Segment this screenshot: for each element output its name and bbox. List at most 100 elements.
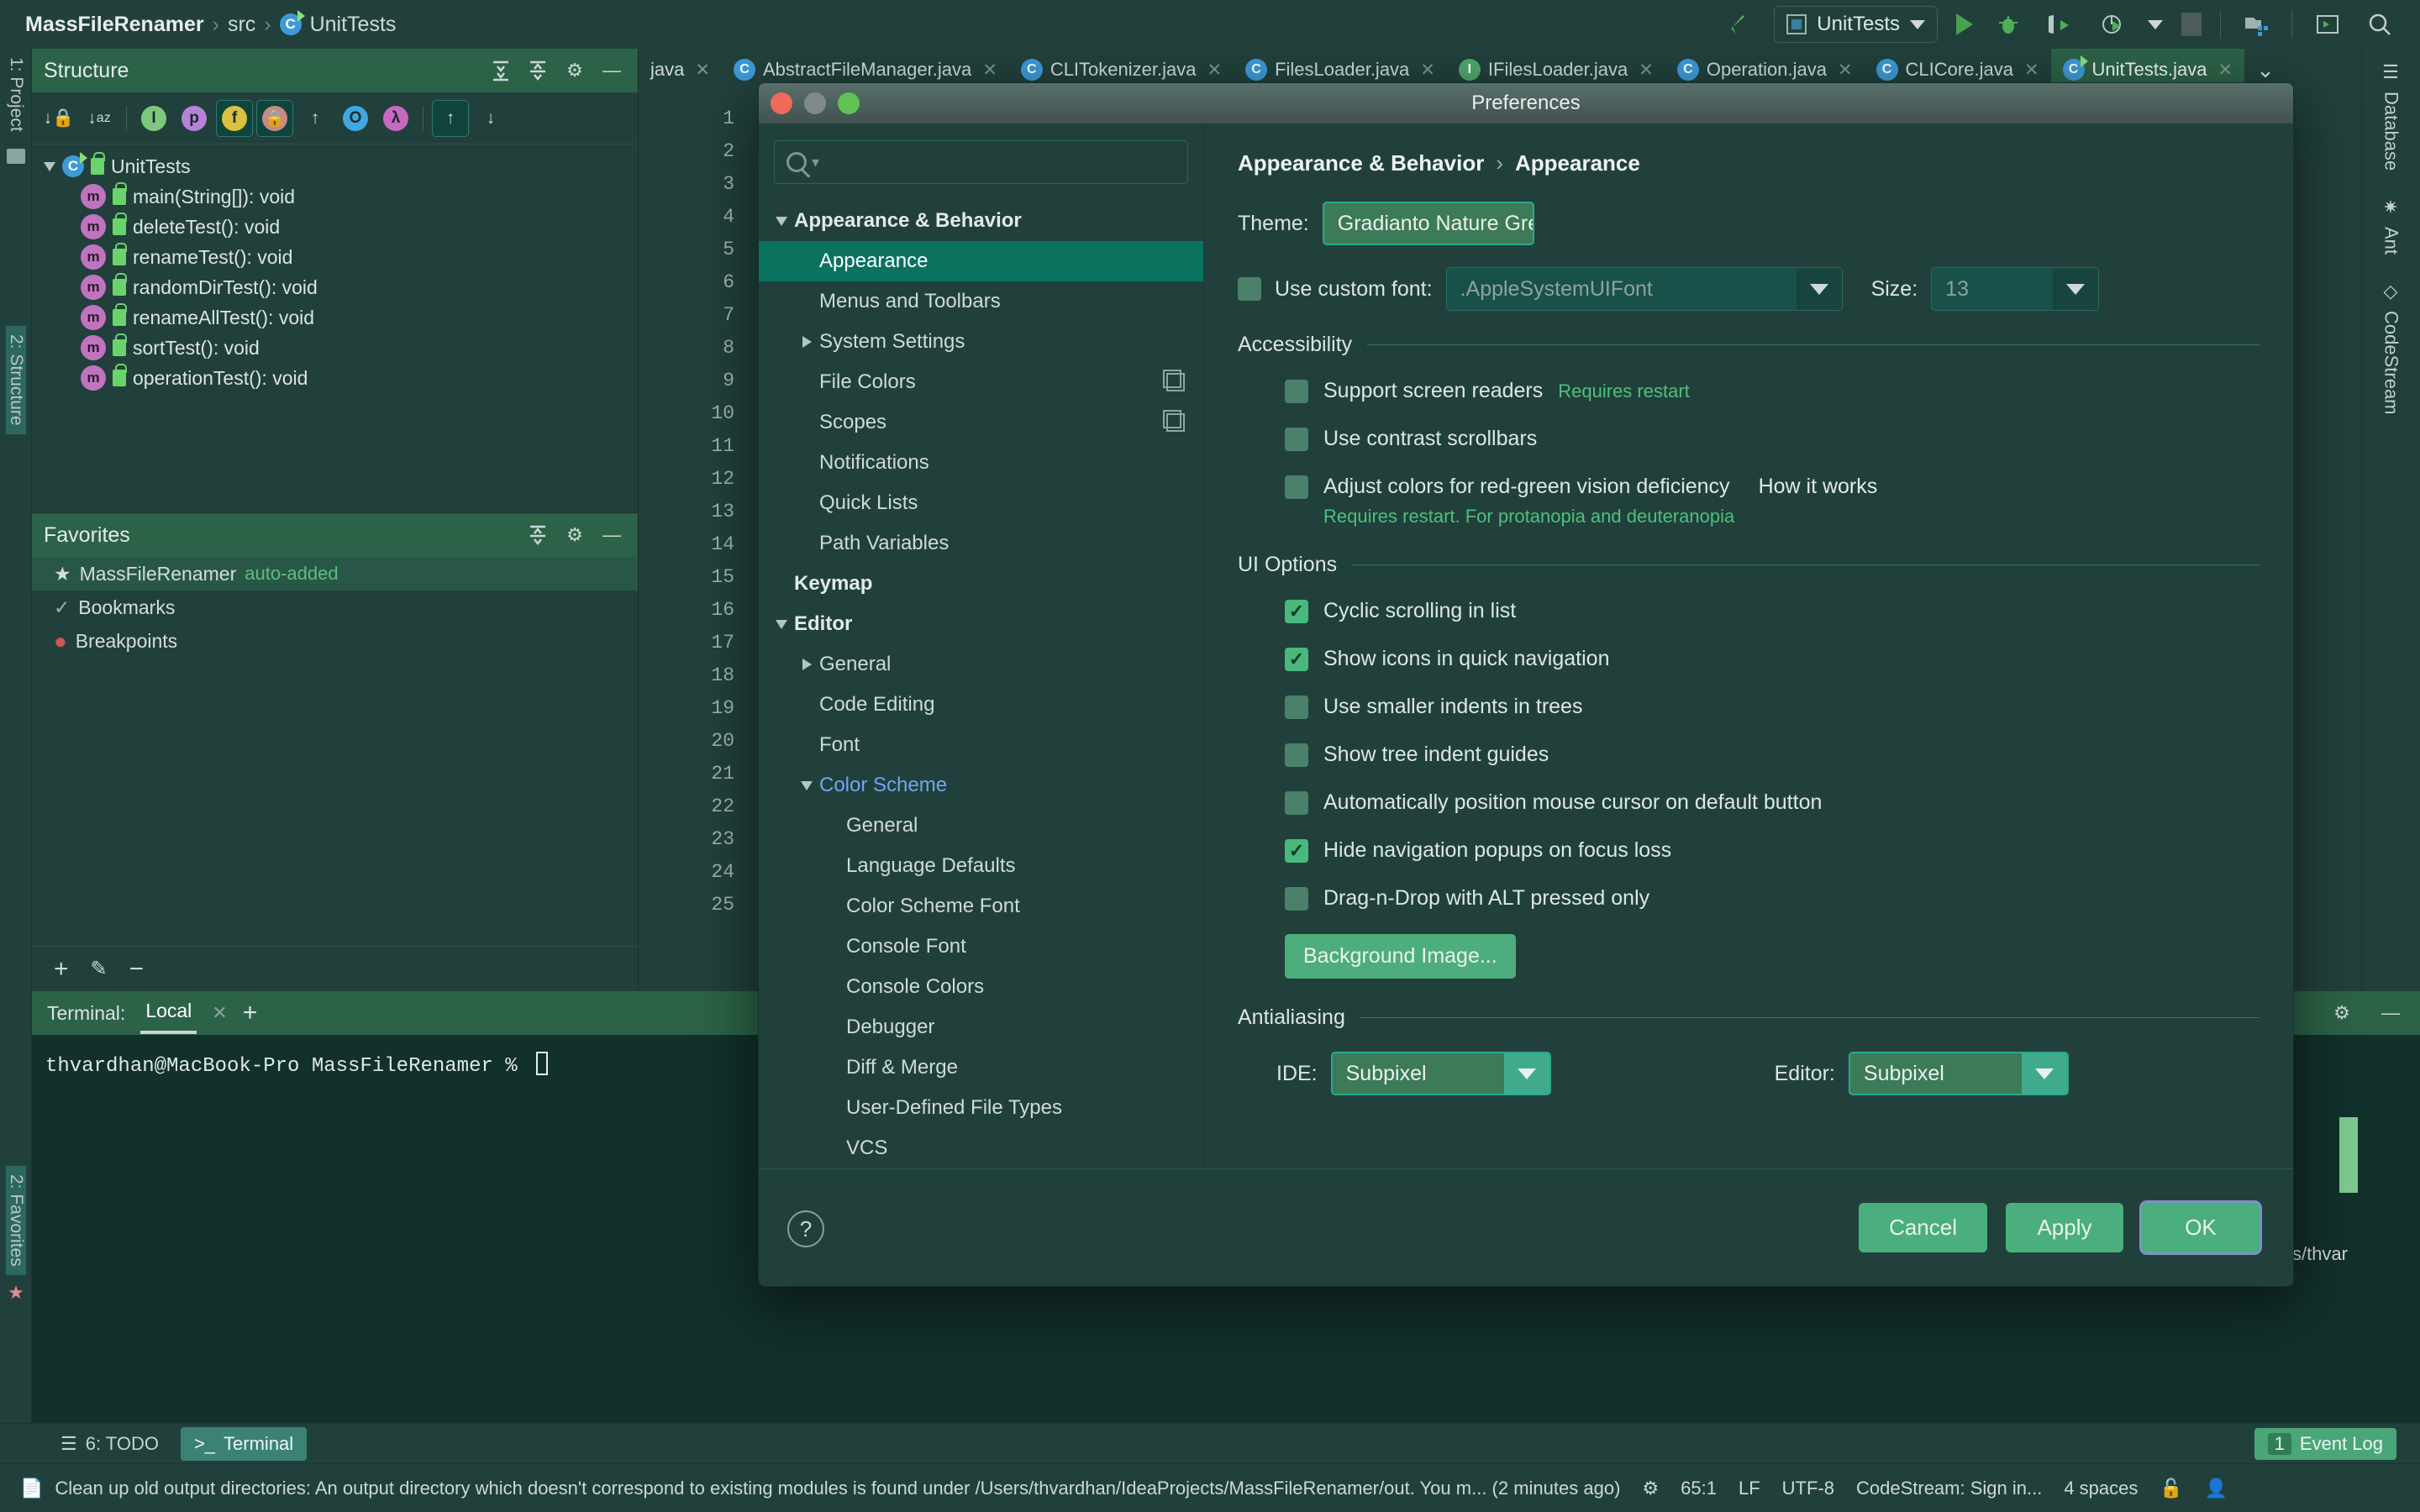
minimize-button[interactable] (804, 92, 826, 114)
expand-all-icon[interactable] (487, 56, 515, 85)
hide-icon[interactable]: — (597, 56, 626, 85)
sort-alphabetically-icon[interactable]: ↓ az (81, 100, 118, 137)
option-support-screen-readers[interactable]: Support screen readers Requires restart (1285, 379, 2260, 403)
collapse-all-icon[interactable] (523, 521, 552, 549)
sidebar-item-project[interactable]: 1: Project (6, 49, 26, 140)
scrollbar-thumb[interactable] (2339, 1117, 2358, 1193)
show-fields-icon[interactable]: f (216, 99, 253, 137)
chevron-down-icon[interactable] (2148, 19, 2163, 29)
indent-setting[interactable]: 4 spaces (2064, 1478, 2138, 1499)
close-icon[interactable]: ✕ (982, 60, 997, 81)
list-item[interactable]: ✓ Bookmarks (32, 591, 638, 624)
checkbox[interactable] (1285, 695, 1308, 719)
option-drag-n-drop-alt[interactable]: Drag-n-Drop with ALT pressed only (1285, 886, 2260, 911)
codestream-status[interactable]: CodeStream: Sign in... (1856, 1478, 2042, 1499)
tree-node-method[interactable]: m sortTest(): void (32, 333, 638, 363)
run-configuration-selector[interactable]: UnitTests (1774, 6, 1938, 43)
tree-node-method[interactable]: m renameAllTest(): void (32, 302, 638, 333)
line-separator[interactable]: LF (1739, 1478, 1760, 1499)
custom-font-select[interactable]: .AppleSystemUIFont (1445, 267, 1843, 311)
tab-java[interactable]: java ✕ (639, 49, 722, 91)
tree-node-root[interactable]: C UnitTests (32, 151, 638, 181)
cancel-button[interactable]: Cancel (1859, 1203, 1987, 1252)
checkbox[interactable] (1285, 427, 1308, 451)
zoom-button[interactable] (838, 92, 860, 114)
close-button[interactable] (771, 92, 792, 114)
status-message[interactable]: 📄 Clean up old output directories: An ou… (20, 1478, 1620, 1499)
tab-todo[interactable]: ☰ 6: TODO (47, 1427, 172, 1461)
close-icon[interactable]: ✕ (212, 1002, 227, 1024)
checkbox[interactable] (1285, 379, 1308, 403)
sidebar-item-ant[interactable]: ✷ Ant (2381, 184, 2402, 268)
option-tree-indent-guides[interactable]: Show tree indent guides (1285, 743, 2260, 767)
show-anonymous-icon[interactable]: ↑ (297, 100, 334, 137)
breadcrumb-class[interactable]: UnitTests (310, 13, 397, 37)
sidebar-item-codestream[interactable]: ◇ CodeStream (2381, 268, 2402, 428)
close-icon[interactable]: ✕ (695, 60, 710, 81)
tree-node-method[interactable]: m randomDirTest(): void (32, 272, 638, 302)
settings-tree-item-editor[interactable]: Editor (759, 604, 1203, 644)
settings-tree-item[interactable]: File Colors (759, 362, 1203, 402)
breadcrumb-project[interactable]: MassFileRenamer (25, 13, 204, 37)
theme-select[interactable]: Gradianto Nature Green (1322, 202, 1534, 245)
tree-node-method[interactable]: m renameTest(): void (32, 242, 638, 272)
option-hide-nav-popups[interactable]: Hide navigation popups on focus loss (1285, 838, 2260, 863)
encoding[interactable]: UTF-8 (1782, 1478, 1834, 1499)
chevron-right-icon[interactable] (794, 659, 819, 670)
list-item[interactable]: ★ MassFileRenamer auto-added (32, 557, 638, 591)
close-icon[interactable]: ✕ (2218, 60, 2233, 81)
close-icon[interactable]: ✕ (2024, 60, 2039, 81)
option-smaller-indents[interactable]: Use smaller indents in trees (1285, 695, 2260, 719)
settings-icon[interactable]: ⚙ (560, 521, 589, 549)
sidebar-item-structure[interactable]: 2: Structure (6, 326, 26, 434)
ide-antialiasing-select[interactable]: Subpixel (1330, 1052, 1551, 1095)
settings-tree-item[interactable]: Code Editing (759, 685, 1203, 725)
add-icon[interactable]: + (54, 955, 69, 984)
chevron-down-icon[interactable] (769, 216, 794, 226)
checkbox[interactable] (1285, 790, 1308, 815)
checkbox[interactable] (1285, 599, 1308, 623)
settings-tree-item[interactable]: Console Colors (759, 967, 1203, 1007)
sidebar-item-database[interactable]: ☰ Database (2381, 49, 2402, 184)
settings-search-box[interactable]: ▾ (774, 140, 1188, 184)
inspections-icon[interactable]: ⚙ (1642, 1478, 1659, 1499)
debug-icon[interactable] (1991, 8, 2025, 41)
show-constants-icon[interactable]: O (337, 100, 374, 137)
option-auto-position-cursor[interactable]: Automatically position mouse cursor on d… (1285, 790, 2260, 815)
settings-tree-item[interactable]: Notifications (759, 443, 1203, 483)
terminal-icon[interactable] (2311, 8, 2344, 41)
checkbox[interactable] (1285, 838, 1308, 863)
settings-tree-item[interactable]: Path Variables (759, 523, 1203, 564)
show-inherited-icon[interactable]: I (135, 100, 172, 137)
use-custom-font-checkbox[interactable] (1238, 277, 1261, 301)
run-icon[interactable] (1956, 13, 1973, 35)
close-icon[interactable]: ✕ (1420, 60, 1435, 81)
search-everywhere-icon[interactable] (2363, 8, 2396, 41)
ok-button[interactable]: OK (2142, 1203, 2260, 1252)
unlocked-icon[interactable]: 🔓 (2160, 1478, 2182, 1499)
scroll-from-source-icon[interactable]: ↑ (432, 99, 469, 137)
settings-tree-item[interactable]: Appearance & Behavior (759, 201, 1203, 241)
settings-icon[interactable]: ⚙ (560, 56, 589, 85)
scroll-to-source-icon[interactable]: ↓ (472, 100, 509, 137)
settings-tree-item[interactable]: Console Font (759, 927, 1203, 967)
hide-icon[interactable]: — (2376, 999, 2405, 1027)
show-lambdas-icon[interactable]: λ (377, 100, 414, 137)
editor-antialiasing-select[interactable]: Subpixel (1848, 1052, 2069, 1095)
terminal-tab-local[interactable]: Local (140, 1000, 197, 1034)
sort-by-visibility-icon[interactable]: ↓🔒 (40, 100, 77, 137)
search-dropdown-icon[interactable]: ▾ (812, 154, 819, 171)
settings-tree-item[interactable]: Diff & Merge (759, 1047, 1203, 1088)
settings-tree-item[interactable]: Color Scheme Font (759, 886, 1203, 927)
collapse-all-icon[interactable] (523, 56, 552, 85)
breadcrumb-src[interactable]: src (228, 13, 255, 37)
remove-icon[interactable]: − (129, 955, 145, 984)
apply-button[interactable]: Apply (2006, 1203, 2123, 1252)
settings-tree-item[interactable]: System Settings (759, 322, 1203, 362)
project-structure-icon[interactable] (2239, 8, 2273, 41)
settings-tree-item[interactable]: Font (759, 725, 1203, 765)
settings-tree-item[interactable]: Debugger (759, 1007, 1203, 1047)
chevron-down-icon[interactable] (794, 780, 819, 790)
run-with-coverage-icon[interactable] (2044, 8, 2077, 41)
close-icon[interactable]: ✕ (1639, 60, 1654, 81)
